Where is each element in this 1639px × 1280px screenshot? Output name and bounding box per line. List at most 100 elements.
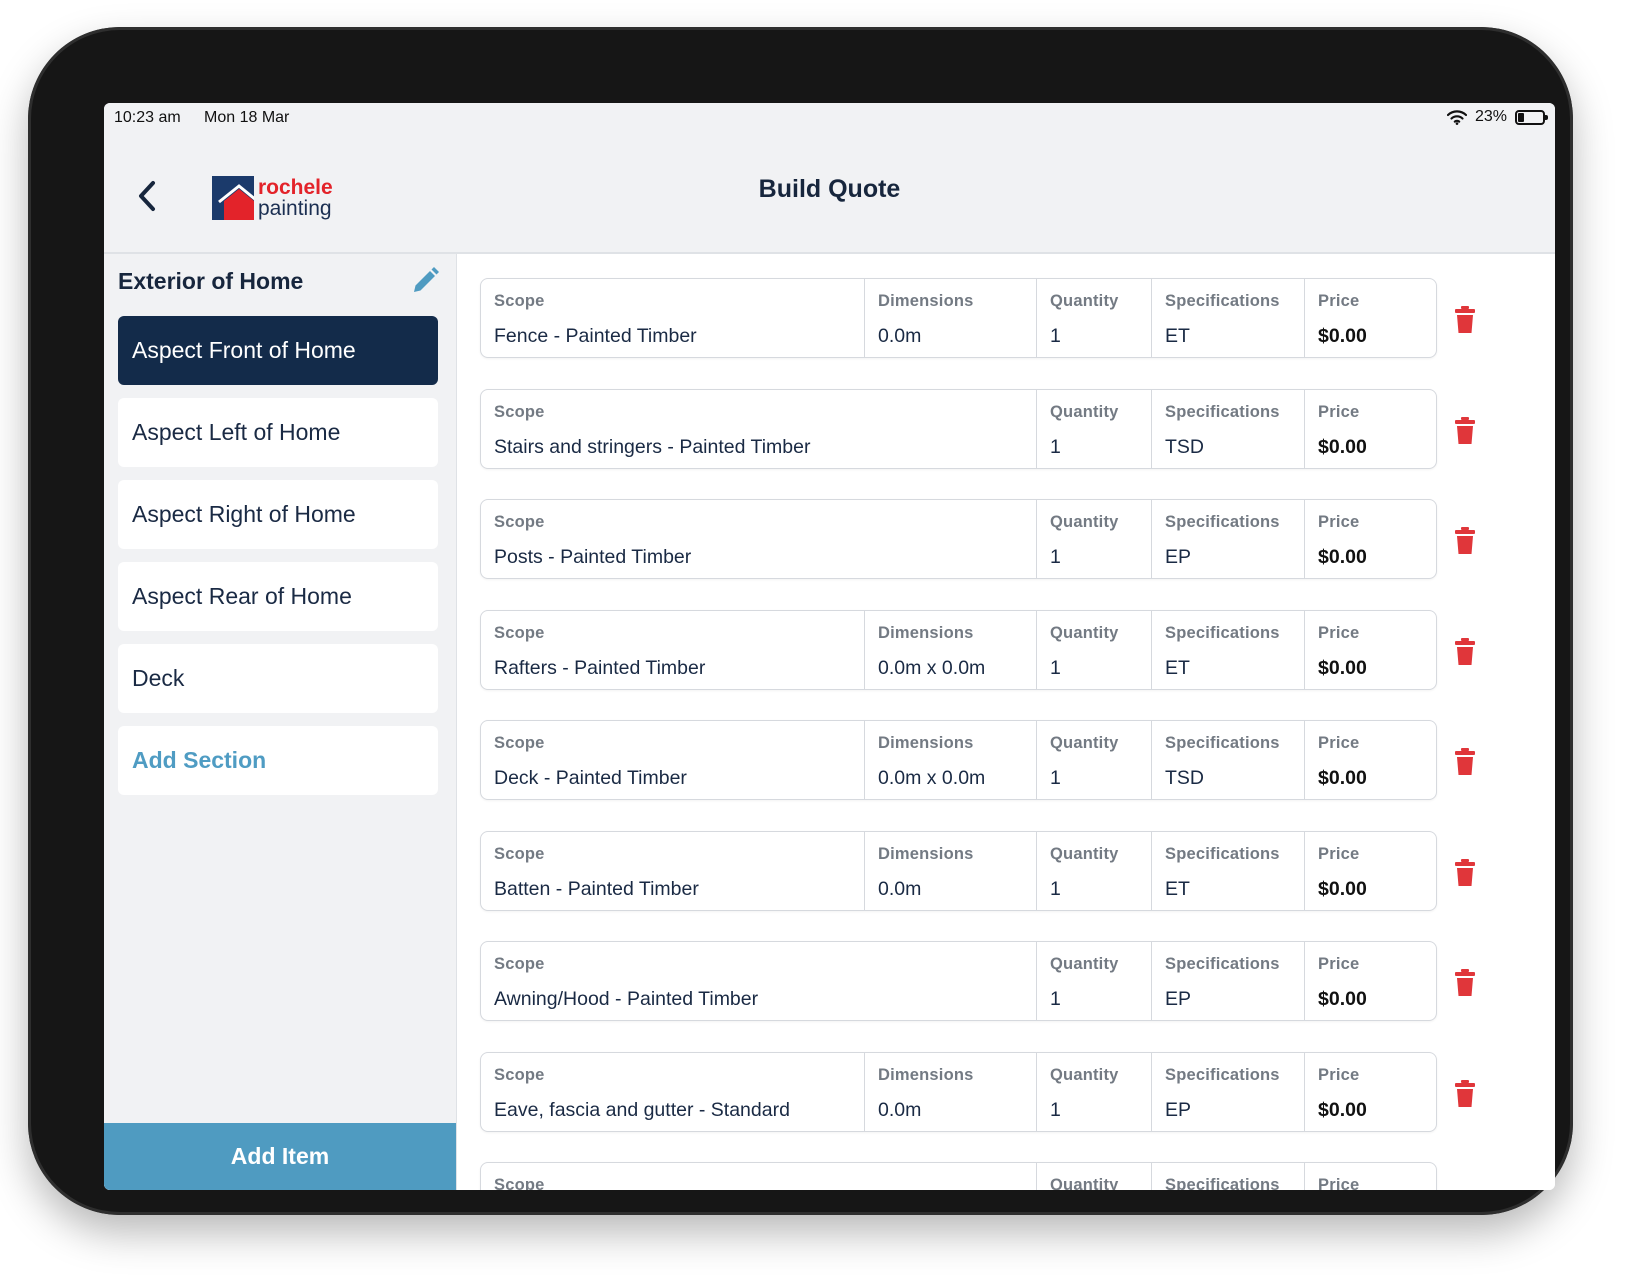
price-value: $0.00 <box>1318 877 1367 900</box>
pencil-icon[interactable] <box>410 266 440 296</box>
scope-label: Scope <box>494 513 545 531</box>
trash-icon[interactable] <box>1455 858 1475 886</box>
specifications-cell: Specifications EP <box>1151 500 1304 578</box>
quantity-cell: Quantity 1 <box>1036 942 1151 1020</box>
sidebar-item-aspect-left[interactable]: Aspect Left of Home <box>118 398 438 467</box>
price-cell: Price$0.00 <box>1304 1052 1436 1131</box>
quantity-cell: Quantity 1 <box>1036 279 1151 357</box>
quantity-value: 1 <box>1050 325 1061 347</box>
specifications-label: Specifications <box>1165 513 1280 531</box>
quantity-cell: Quantity 1 <box>1036 1052 1151 1131</box>
tablet-frame: 10:23 am Mon 18 Mar 23% rochele painting… <box>28 27 1573 1215</box>
specifications-label: Specifications <box>1165 844 1280 863</box>
scope-cell: Scope Fence - Painted Timber <box>481 279 864 357</box>
price-value: $0.00 <box>1318 656 1367 679</box>
add-section-button[interactable]: Add Section <box>118 726 438 795</box>
scope-label: Scope <box>494 955 545 973</box>
price-cell: Price $0.00 <box>1304 721 1436 799</box>
battery-icon <box>1515 109 1548 125</box>
quote-item-row: ScopeStairs and stringers - Painted Timb… <box>480 1162 1492 1190</box>
quote-item-card[interactable]: Scope Batten - Painted Timber Dimensions 0.… <box>480 830 1437 911</box>
price-label: Price <box>1318 955 1360 973</box>
nav-bar: rochele painting Build Quote <box>104 137 1555 254</box>
sidebar-item-aspect-rear[interactable]: Aspect Rear of Home <box>118 562 438 631</box>
trash-icon[interactable] <box>1455 416 1475 444</box>
specifications-label: Specifications <box>1165 1176 1280 1190</box>
quote-item-card[interactable]: Scope Posts - Painted Timber Quantity 1 Spec… <box>480 499 1437 579</box>
quantity-cell: Quantity 1 <box>1036 721 1151 799</box>
scope-cell: ScopeStairs and stringers - Painted Timb… <box>481 1163 1036 1190</box>
quote-item-row: Scope Rafters - Painted Timber Dimensions 0… <box>480 609 1492 693</box>
quote-items-panel: Scope Fence - Painted Timber Dimensions 0.0… <box>458 254 1555 1190</box>
specifications-value: TSD <box>1165 767 1204 789</box>
quote-item-card[interactable]: Scope Eave, fascia and gutter - Standard D… <box>480 1051 1437 1132</box>
status-indicators: 23% <box>1446 108 1548 126</box>
scope-value: Batten - Painted Timber <box>494 877 699 900</box>
scope-cell: Scope Posts - Painted Timber <box>481 500 1036 578</box>
trash-icon[interactable] <box>1455 1079 1475 1107</box>
quantity-cell: Quantity 1 <box>1036 500 1151 578</box>
quantity-value: 1 <box>1050 1098 1061 1121</box>
sidebar-item-deck[interactable]: Deck <box>118 644 438 713</box>
quantity-value: 1 <box>1050 988 1061 1010</box>
scope-value: Rafters - Painted Timber <box>494 656 706 679</box>
page-title: Build Quote <box>758 175 901 203</box>
specifications-value: ET <box>1165 325 1190 347</box>
price-cell: Price$0.00 <box>1304 389 1436 468</box>
sidebar-item-aspect-front[interactable]: Aspect Front of Home <box>118 316 438 385</box>
quote-item-card[interactable]: ScopeStairs and stringers - Painted Timb… <box>480 1162 1437 1190</box>
quote-item-row: Scope Awning/Hood - Painted Timber Quantit… <box>480 941 1492 1024</box>
specifications-cell: SpecificationsTSD <box>1151 1163 1304 1190</box>
scope-label: Scope <box>494 1176 545 1190</box>
quantity-label: Quantity <box>1050 623 1119 642</box>
quote-item-card[interactable]: Scope Awning/Hood - Painted Timber Quantit… <box>480 941 1437 1021</box>
price-cell: Price$0.00 <box>1304 942 1436 1020</box>
specifications-cell: Specifications ET <box>1151 610 1304 689</box>
dimensions-label: Dimensions <box>878 623 974 642</box>
scope-cell: Scope Awning/Hood - Painted Timber <box>481 942 1036 1020</box>
specifications-value: ET <box>1165 656 1190 679</box>
quantity-label: Quantity <box>1050 513 1119 531</box>
trash-icon[interactable] <box>1455 969 1475 996</box>
quote-item-row: Scope Posts - Painted Timber Quantity 1 Spec… <box>480 499 1492 582</box>
dimensions-label: Dimensions <box>878 734 974 752</box>
battery-percent: 23% <box>1474 108 1507 125</box>
specifications-label: Specifications <box>1165 402 1280 421</box>
trash-icon[interactable] <box>1455 306 1475 333</box>
price-label: Price <box>1318 513 1360 531</box>
quote-item-card[interactable]: Scope Rafters - Painted Timber Dimensions 0… <box>480 609 1437 690</box>
specifications-label: Specifications <box>1165 955 1280 973</box>
trash-icon[interactable] <box>1455 748 1475 775</box>
quantity-cell: Quantity 1 <box>1036 389 1151 468</box>
dimensions-label: Dimensions <box>878 844 974 863</box>
dimensions-label: Dimensions <box>878 292 974 310</box>
price-cell: Price$0.00 <box>1304 279 1436 357</box>
quote-item-card[interactable]: ScopeStairs and stringers - Painted Timb… <box>480 388 1437 469</box>
quantity-label: Quantity <box>1050 1065 1119 1084</box>
scope-label: Scope <box>494 734 545 752</box>
quantity-value: 1 <box>1050 656 1061 679</box>
trash-icon[interactable] <box>1455 527 1475 554</box>
specifications-cell: Specifications EP <box>1151 1052 1304 1131</box>
scope-label: Scope <box>494 1065 545 1084</box>
price-cell: Price$0.00 <box>1304 1163 1436 1190</box>
specifications-cell: Specifications ET <box>1151 831 1304 910</box>
price-label: Price <box>1318 292 1360 310</box>
specifications-label: Specifications <box>1165 292 1280 310</box>
quantity-label: Quantity <box>1050 955 1119 973</box>
dimensions-value: 0.0m <box>878 1098 922 1121</box>
specifications-value: EP <box>1165 1098 1192 1121</box>
price-value: $0.00 <box>1318 435 1367 458</box>
price-label: Price <box>1318 734 1360 752</box>
scope-value: Deck - Painted Timber <box>494 767 687 789</box>
quote-item-card[interactable]: Scope Deck - Painted Timber Dimensions 0.0m… <box>480 720 1437 800</box>
add-item-button[interactable]: Add Item <box>104 1123 456 1190</box>
trash-icon[interactable] <box>1455 637 1475 665</box>
quote-item-row: Scope Fence - Painted Timber Dimensions 0.0… <box>480 278 1492 361</box>
quote-item-card[interactable]: Scope Fence - Painted Timber Dimensions 0.0… <box>480 278 1437 358</box>
price-value: $0.00 <box>1318 767 1367 789</box>
quantity-value: 1 <box>1050 877 1061 900</box>
status-date: Mon 18 Mar <box>204 109 290 126</box>
sidebar-item-aspect-right[interactable]: Aspect Right of Home <box>118 480 438 549</box>
scope-cell: ScopeStairs and stringers - Painted Timb… <box>481 390 1036 468</box>
